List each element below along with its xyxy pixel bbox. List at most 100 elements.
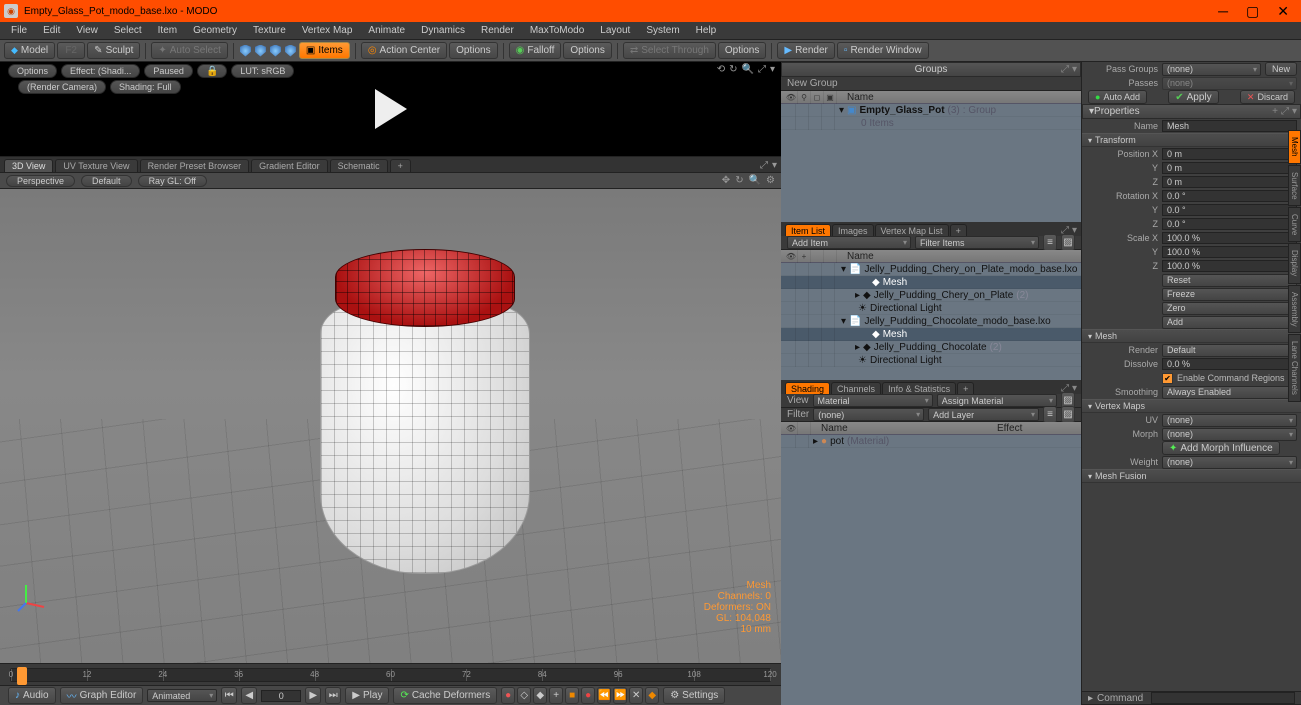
preview-camera[interactable]: (Render Camera) — [18, 80, 106, 94]
perspective-dropdown[interactable]: Perspective — [6, 175, 75, 187]
play-preview-button[interactable] — [375, 89, 407, 129]
axis-gizmo[interactable] — [16, 583, 46, 613]
tab-schematic[interactable]: Schematic — [330, 159, 388, 172]
freeze-dropdown[interactable]: Freeze — [1162, 288, 1297, 301]
apply-button[interactable]: ✔Apply — [1168, 90, 1218, 104]
preview-shading[interactable]: Shading: Full — [110, 80, 181, 94]
shading-opt2[interactable]: ≡ — [1043, 406, 1057, 423]
passes-dropdown[interactable]: (none) — [1162, 77, 1297, 90]
smoothing-dropdown[interactable]: Always Enabled — [1162, 386, 1297, 399]
preview-lock[interactable]: 🔒 — [197, 64, 227, 78]
settings-button[interactable]: ⚙Settings — [663, 687, 725, 704]
item-row[interactable]: ▾📄Jelly_Pudding_Chery_on_Plate_modo_base… — [781, 263, 1081, 276]
il-col-vis[interactable]: 👁 — [785, 250, 798, 263]
key-skip-fwd[interactable]: ⏩ — [613, 687, 627, 704]
viewport-expand-icon[interactable]: ⤢ — [760, 160, 768, 171]
tab-info[interactable]: Info & Statistics — [882, 382, 956, 394]
edges-icon[interactable] — [255, 45, 266, 57]
go-start-button[interactable]: ⏮ — [221, 687, 237, 704]
groups-tree[interactable]: ▾▣ Empty_Glass_Pot(3): Group 0 Items — [781, 104, 1081, 222]
uv-dropdown[interactable]: (none) — [1162, 414, 1297, 427]
col-lock-icon[interactable]: ⚲ — [798, 91, 811, 104]
itemlist-tree[interactable]: ▾📄Jelly_Pudding_Chery_on_Plate_modo_base… — [781, 263, 1081, 380]
props-menu-icon[interactable]: ▾ — [1292, 106, 1297, 117]
props-add-icon[interactable]: + — [1272, 106, 1278, 117]
maximize-button[interactable]: ▢ — [1246, 4, 1259, 18]
item-row[interactable]: ▾📄Jelly_Pudding_Chocolate_modo_base.lxo — [781, 315, 1081, 328]
item-row[interactable]: ☀Directional Light — [781, 354, 1081, 367]
preview-paused[interactable]: Paused — [144, 64, 193, 78]
add-item-dropdown[interactable]: Add Item — [787, 236, 911, 249]
item-row[interactable]: ▸◆Jelly_Pudding_Chery_on_Plate (2) — [781, 289, 1081, 302]
menu-help[interactable]: Help — [689, 23, 724, 38]
pos-y-input[interactable]: 0 m — [1162, 162, 1297, 174]
menu-texture[interactable]: Texture — [246, 23, 293, 38]
il-col-add[interactable]: + — [798, 250, 811, 263]
transform-section[interactable]: Transform — [1082, 133, 1301, 147]
assign-material-button[interactable]: Assign Material — [937, 394, 1057, 407]
action-center-button[interactable]: ◎Action Center — [361, 42, 447, 59]
timeline[interactable]: 01224364860728496108120 — [0, 663, 781, 685]
sidetab-surface[interactable]: Surface — [1288, 165, 1301, 207]
shading-filter-dropdown[interactable]: (none) — [813, 408, 924, 421]
name-input[interactable]: Mesh — [1162, 120, 1297, 132]
rotate-icon[interactable]: ↻ — [735, 175, 743, 186]
play-button[interactable]: ▶Play — [345, 687, 389, 704]
preview-effect[interactable]: Effect: (Shadi... — [61, 64, 140, 78]
options-button-2[interactable]: Options — [563, 42, 611, 59]
menu-maxtomodo[interactable]: MaxToModo — [523, 23, 591, 38]
step-back-button[interactable]: ◀ — [241, 687, 257, 704]
tab-gradient[interactable]: Gradient Editor — [251, 159, 328, 172]
enable-cmd-checkbox[interactable]: ✔ — [1162, 373, 1173, 384]
menu-file[interactable]: File — [4, 23, 34, 38]
item-row[interactable]: ◆Mesh — [781, 276, 1081, 289]
dissolve-input[interactable]: 0.0 % — [1162, 358, 1297, 370]
menu-dynamics[interactable]: Dynamics — [414, 23, 472, 38]
menu-animate[interactable]: Animate — [361, 23, 412, 38]
menu-view[interactable]: View — [69, 23, 105, 38]
raygl-dropdown[interactable]: Ray GL: Off — [138, 175, 207, 187]
key-rec-button[interactable]: ● — [581, 687, 595, 704]
morph-dropdown[interactable]: (none) — [1162, 428, 1297, 441]
refresh-icon[interactable]: ↻ — [729, 64, 737, 75]
polygons-icon[interactable] — [270, 45, 281, 57]
filter-toggle[interactable]: ≡ — [1043, 234, 1057, 251]
discard-button[interactable]: Discard — [1240, 90, 1295, 104]
mesh-object[interactable] — [320, 249, 530, 579]
vertices-icon[interactable] — [240, 45, 251, 57]
vertexmaps-section[interactable]: Vertex Maps — [1082, 399, 1301, 413]
sidetab-display[interactable]: Display — [1288, 243, 1301, 283]
pos-x-input[interactable]: 0 m — [1162, 148, 1297, 160]
rot-y-input[interactable]: 0.0 ° — [1162, 204, 1297, 216]
minimize-button[interactable]: ─ — [1218, 4, 1228, 18]
panel-expand-icon[interactable]: ⤢ — [1061, 64, 1069, 75]
menu-item[interactable]: Item — [151, 23, 184, 38]
scale-x-input[interactable]: 100.0 % — [1162, 232, 1297, 244]
render-button[interactable]: ▶Render — [777, 42, 835, 59]
menu-edit[interactable]: Edit — [36, 23, 67, 38]
new-group-button[interactable]: New Group — [787, 78, 838, 89]
close-button[interactable]: ✕ — [1277, 4, 1289, 18]
sidetab-assembly[interactable]: Assembly — [1288, 285, 1301, 334]
panel-menu-icon[interactable]: ▾ — [1072, 64, 1077, 75]
reset-dropdown[interactable]: Reset — [1162, 274, 1297, 287]
sculpt-button[interactable]: ✎Sculpt — [87, 42, 140, 59]
materials-icon[interactable] — [285, 45, 296, 57]
item-row[interactable]: ◆Mesh — [781, 328, 1081, 341]
tab-shading[interactable]: Shading — [785, 382, 830, 394]
scale-z-input[interactable]: 100.0 % — [1162, 260, 1297, 272]
shading-tree[interactable]: ▸● pot(Material) — [781, 435, 1081, 705]
sync-icon[interactable]: ⟲ — [717, 64, 725, 75]
key-skip-back[interactable]: ⏪ — [597, 687, 611, 704]
options-button-1[interactable]: Options — [449, 42, 497, 59]
mesh-section[interactable]: Mesh — [1082, 329, 1301, 343]
menu-render[interactable]: Render — [474, 23, 521, 38]
render-window-button[interactable]: ▫Render Window — [837, 42, 929, 59]
select-through-button[interactable]: ⇄Select Through — [623, 42, 716, 59]
shading-dropdown[interactable]: Default — [81, 175, 132, 187]
zoom-view-icon[interactable]: 🔍 — [749, 175, 761, 186]
menu-icon[interactable]: ▾ — [770, 64, 775, 75]
new-pass-button[interactable]: New — [1265, 62, 1297, 76]
gear-icon[interactable]: ⚙ — [766, 175, 775, 186]
key-add-button[interactable]: + — [549, 687, 563, 704]
